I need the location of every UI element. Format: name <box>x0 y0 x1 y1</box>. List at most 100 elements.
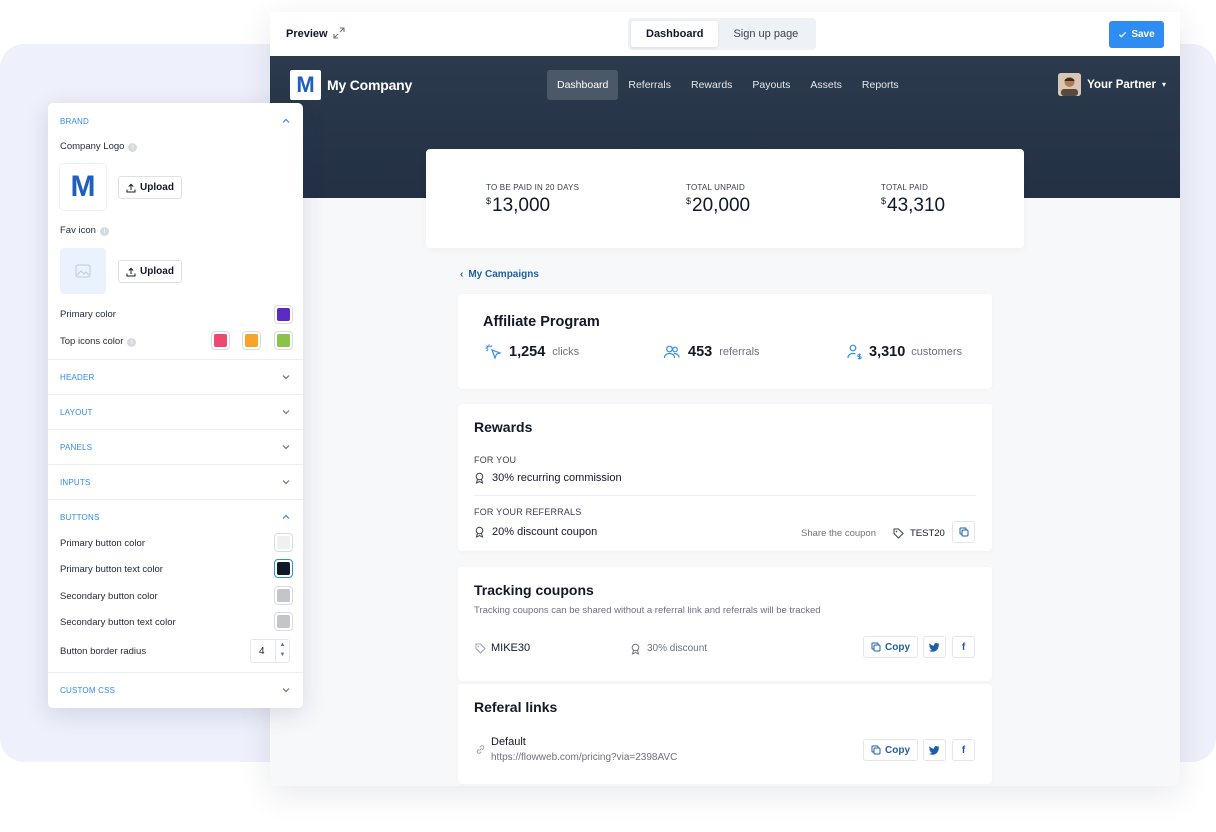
link-url[interactable]: https://flowweb.com/pricing?via=2398AVC <box>491 752 677 763</box>
referrals-label: referrals <box>719 346 760 358</box>
stat-total-unpaid: TOTAL UNPAID $20,000 <box>686 183 750 217</box>
upload-label: Upload <box>140 266 174 277</box>
fav-icon-field: Fav icon i <box>60 225 109 236</box>
section-inputs-header[interactable]: INPUTS <box>60 478 91 487</box>
section-layout-header[interactable]: LAYOUT <box>60 408 93 417</box>
clicks-label: clicks <box>552 346 580 358</box>
chevron-down-icon[interactable] <box>281 477 291 487</box>
nav-item-referrals[interactable]: Referrals <box>618 70 681 100</box>
customers-value: 3,310 <box>869 344 906 360</box>
logo-upload-button[interactable]: Upload <box>118 176 182 199</box>
primary-color-swatch[interactable] <box>274 305 293 324</box>
for-you-reward: 30% recurring commission <box>474 472 622 484</box>
share-facebook-button[interactable]: f <box>952 739 975 761</box>
program-card: Affiliate Program 1,254 clicks 453 refer… <box>458 294 992 389</box>
cursor-click-icon <box>485 344 502 360</box>
section-header-header[interactable]: HEADER <box>60 373 95 382</box>
program-title: Affiliate Program <box>483 314 600 330</box>
preview-label: Preview <box>286 28 328 40</box>
copy-coupon-button[interactable] <box>952 521 975 543</box>
back-to-campaigns-link[interactable]: ‹ My Campaigns <box>460 269 539 280</box>
top-icons-color-field: Top icons color i <box>60 336 137 347</box>
border-radius-label: Button border radius <box>60 646 147 657</box>
fav-icon-label: Fav icon <box>60 225 96 236</box>
tab-dashboard[interactable]: Dashboard <box>631 21 719 47</box>
clicks-metric: 1,254 clicks <box>484 343 579 361</box>
border-radius-value[interactable]: 4 <box>259 646 265 657</box>
chevron-down-icon: ▾ <box>1161 80 1166 89</box>
section-custom-css-header[interactable]: CUSTOM CSS <box>60 686 115 695</box>
chevron-down-icon[interactable] <box>281 442 291 452</box>
nav-item-rewards[interactable]: Rewards <box>681 70 742 100</box>
check-icon <box>1119 31 1127 38</box>
primary-button-text-color-label: Primary button text color <box>60 564 163 575</box>
copy-coupon-code-button[interactable]: Copy <box>863 636 918 658</box>
link-icon <box>476 745 485 754</box>
section-panels-header[interactable]: PANELS <box>60 443 92 452</box>
upload-label: Upload <box>140 182 174 193</box>
company-logo[interactable]: M <box>290 70 321 100</box>
tracking-discount: 30% discount <box>647 643 708 654</box>
nav-item-reports[interactable]: Reports <box>852 70 909 100</box>
rewards-title: Rewards <box>474 419 533 435</box>
logo-preview: M <box>60 164 106 210</box>
badge-icon <box>631 643 640 655</box>
partner-menu[interactable]: Your Partner ▾ <box>1058 73 1166 96</box>
top-icon-color-swatch-2[interactable] <box>242 331 261 350</box>
twitter-icon <box>929 642 940 652</box>
save-button[interactable]: Save <box>1109 21 1164 48</box>
facebook-icon: f <box>961 744 966 756</box>
secondary-button-text-color-swatch[interactable] <box>274 612 293 631</box>
secondary-button-color-swatch[interactable] <box>274 586 293 605</box>
swatch-fill <box>277 615 290 628</box>
tab-sign-up-page[interactable]: Sign up page <box>718 21 813 47</box>
top-icon-color-swatch-3[interactable] <box>274 331 293 350</box>
link-name: Default <box>491 736 526 748</box>
swatch-fill <box>214 334 227 347</box>
chevron-down-icon[interactable] <box>281 685 291 695</box>
nav-item-payouts[interactable]: Payouts <box>742 70 800 100</box>
divider <box>48 499 303 500</box>
copy-label: Copy <box>885 744 910 756</box>
border-radius-stepper[interactable]: 4 ▲ ▼ <box>250 639 290 663</box>
section-buttons-header[interactable]: BUTTONS <box>60 513 99 522</box>
chevron-down-icon[interactable] <box>281 407 291 417</box>
divider <box>48 359 303 360</box>
tracking-code: MIKE30 <box>491 642 531 654</box>
chevron-down-icon[interactable] <box>281 372 291 382</box>
info-icon: i <box>99 227 109 236</box>
chevron-left-icon: ‹ <box>460 269 464 280</box>
share-coupon-label: Share the coupon <box>801 528 877 539</box>
share-facebook-button[interactable]: f <box>952 636 975 658</box>
fav-icon-upload-button[interactable]: Upload <box>118 260 182 283</box>
nav-item-dashboard[interactable]: Dashboard <box>547 70 619 100</box>
fav-icon-preview <box>60 248 106 294</box>
preview-tabs: Dashboard Sign up page <box>628 18 817 50</box>
stepper-arrows[interactable]: ▲ ▼ <box>275 640 289 662</box>
primary-button-color-swatch[interactable] <box>274 533 293 552</box>
divider <box>48 429 303 430</box>
copy-link-button[interactable]: Copy <box>863 739 918 761</box>
tag-icon <box>475 643 486 654</box>
stat-value: 13,000 <box>492 195 551 216</box>
chevron-up-icon[interactable] <box>281 512 291 522</box>
section-brand-header[interactable]: BRAND <box>60 117 89 126</box>
expand-icon[interactable] <box>333 27 345 39</box>
company-logo-label: Company Logo <box>60 141 125 152</box>
preview-window: Preview Dashboard Sign up page Save M My… <box>270 12 1180 786</box>
top-icon-color-swatch-1[interactable] <box>211 331 230 350</box>
share-twitter-button[interactable] <box>923 739 946 761</box>
tracking-description: Tracking coupons can be shared without a… <box>474 605 821 616</box>
stepper-down-icon[interactable]: ▼ <box>276 650 289 660</box>
stepper-up-icon[interactable]: ▲ <box>276 640 289 650</box>
chevron-up-icon[interactable] <box>281 116 291 126</box>
back-link-label: My Campaigns <box>468 269 539 280</box>
customers-metric: 3,310 customers <box>847 343 962 361</box>
nav-item-assets[interactable]: Assets <box>800 70 852 100</box>
company-name[interactable]: My Company <box>327 77 412 93</box>
primary-button-text-color-swatch[interactable] <box>274 559 293 578</box>
divider <box>48 394 303 395</box>
customers-label: customers <box>911 346 963 358</box>
clicks-value: 1,254 <box>509 344 546 360</box>
share-twitter-button[interactable] <box>923 636 946 658</box>
